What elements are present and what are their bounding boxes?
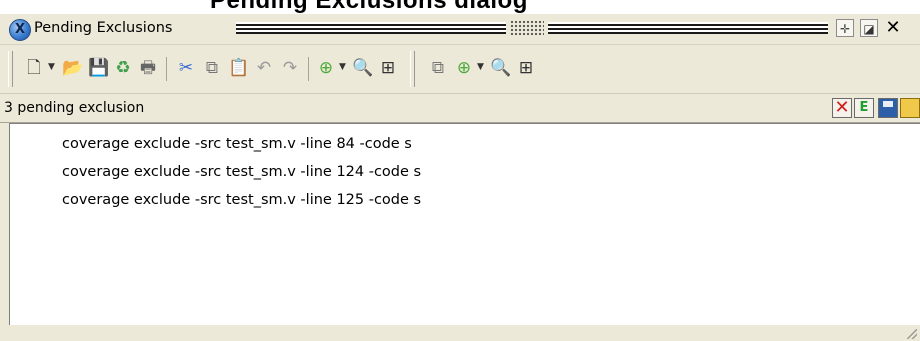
toolbar-separator [308, 57, 309, 81]
pending-exclusions-window: X Pending Exclusions ✛ ◪ ✕ 🗋 ▼ 📂 💾 ♻ 🖶 ✂… [0, 14, 920, 341]
title-bar[interactable]: X Pending Exclusions ✛ ◪ ✕ [0, 14, 920, 45]
exclusions-list[interactable]: coverage exclude -src test_sm.v -line 84… [9, 123, 920, 325]
toolbar-separator [166, 57, 167, 81]
pending-count-label: 3 pending exclusion [4, 100, 145, 116]
status-row: 3 pending exclusion ✕ E [0, 94, 920, 123]
cut-icon[interactable]: ✂ [176, 58, 196, 78]
list-item[interactable]: coverage exclude -src test_sm.v -line 84… [62, 136, 412, 152]
toolbar-handle[interactable] [410, 51, 415, 87]
copy-icon[interactable]: ⧉ [202, 58, 222, 78]
background-heading-text: Pending Exclusions dialog [210, 0, 528, 14]
dock-button[interactable]: ◪ [860, 19, 878, 37]
window-title: Pending Exclusions [34, 20, 173, 36]
find-icon[interactable]: 🔍 [352, 58, 373, 78]
title-grip-left[interactable] [236, 22, 506, 34]
apply-exclusions-button[interactable]: E [854, 98, 874, 118]
drag-handle-dots[interactable] [510, 20, 544, 36]
save-exclusions-button[interactable] [878, 98, 898, 118]
save-icon[interactable]: 💾 [88, 58, 109, 78]
copy-icon[interactable]: ⧉ [428, 58, 448, 78]
tree-view-icon[interactable]: ⊞ [378, 58, 398, 78]
close-button[interactable]: ✕ [884, 19, 902, 37]
toolbar-handle[interactable] [8, 51, 13, 87]
print-icon[interactable]: 🖶 [138, 58, 158, 78]
toolbar: 🗋 ▼ 📂 💾 ♻ 🖶 ✂ ⧉ 📋 ↶ ↷ ⊕ ▼ 🔍 ⊞ ⧉ ⊕ ▼ 🔍 ⊞ [0, 45, 920, 94]
new-file-dropdown-icon[interactable]: ▼ [48, 62, 55, 72]
title-grip-right[interactable] [548, 22, 828, 34]
add-dropdown-icon[interactable]: ▼ [339, 62, 346, 72]
resize-grip[interactable] [907, 329, 917, 339]
list-item[interactable]: coverage exclude -src test_sm.v -line 12… [62, 164, 421, 180]
add-dropdown-icon[interactable]: ▼ [477, 62, 484, 72]
add-icon[interactable]: ⊕ [316, 58, 336, 78]
list-item[interactable]: coverage exclude -src test_sm.v -line 12… [62, 192, 421, 208]
new-file-icon[interactable]: 🗋 [24, 58, 44, 78]
tree-view-icon[interactable]: ⊞ [516, 58, 536, 78]
undo-icon[interactable]: ↶ [254, 58, 274, 78]
pin-button[interactable]: ✛ [836, 19, 854, 37]
refresh-icon[interactable]: ♻ [113, 58, 133, 78]
add-icon[interactable]: ⊕ [454, 58, 474, 78]
background-heading-fragment: Pending Exclusions dialog [0, 0, 920, 14]
find-icon[interactable]: 🔍 [490, 58, 511, 78]
app-icon: X [9, 19, 31, 41]
open-exclusions-button[interactable] [900, 98, 920, 118]
cancel-exclusions-button[interactable]: ✕ [832, 98, 852, 118]
open-folder-icon[interactable]: 📂 [62, 58, 83, 78]
paste-icon[interactable]: 📋 [228, 58, 249, 78]
status-bar [0, 326, 920, 341]
redo-icon[interactable]: ↷ [280, 58, 300, 78]
